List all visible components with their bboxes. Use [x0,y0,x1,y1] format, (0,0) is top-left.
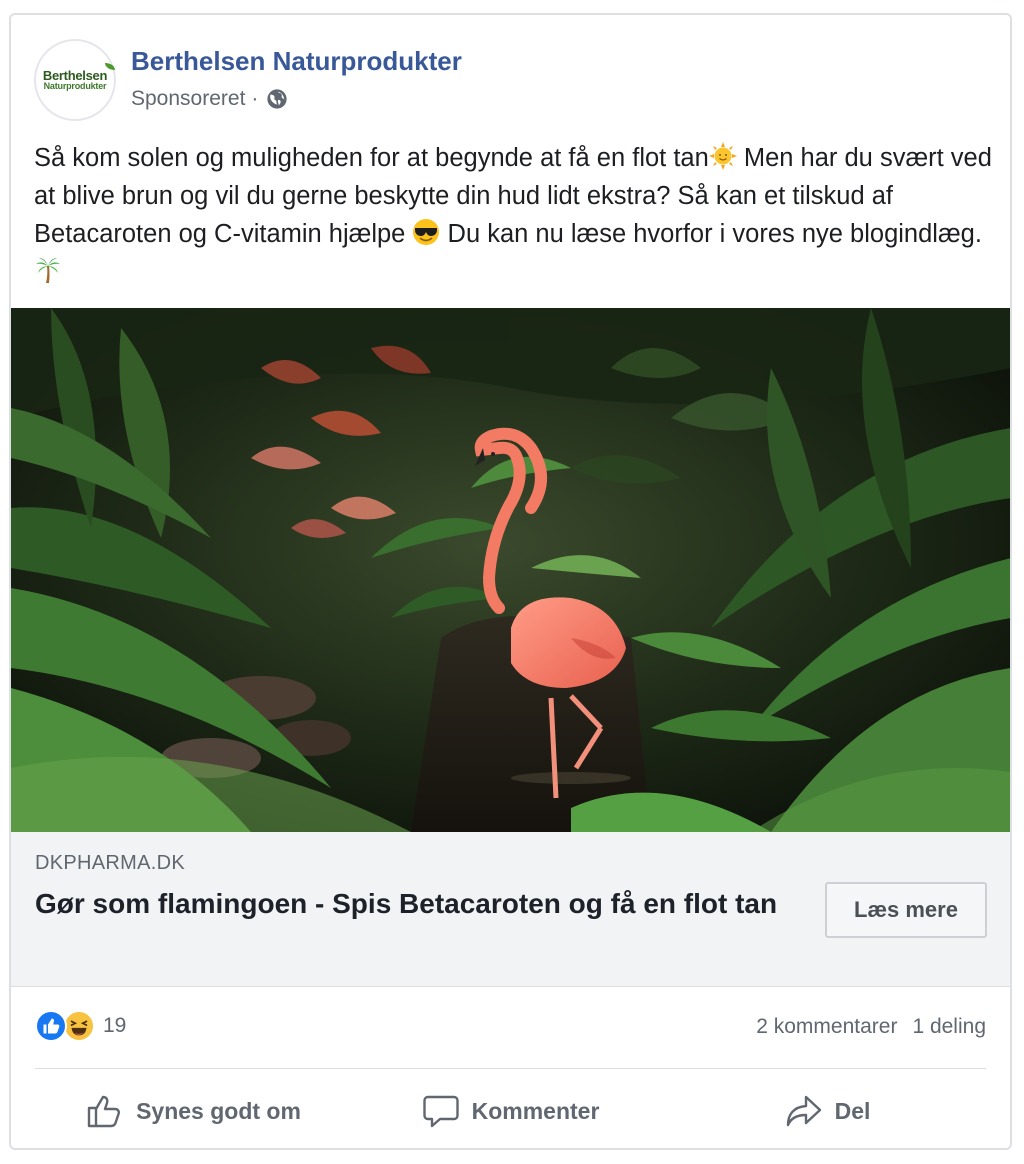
logo-text-bottom: Naturprodukter [43,81,107,91]
engagement-stats: 2 kommentarer 1 deling [756,1015,986,1039]
haha-icon [63,1010,95,1042]
shares-count-link[interactable]: 1 deling [912,1015,986,1039]
palm-tree-emoji [36,258,60,283]
post-message: Så kom solen og muligheden for at begynd… [34,139,994,291]
sponsored-post-card: Berthelsen Naturprodukter Berthelsen Nat… [9,13,1012,1150]
learn-more-button[interactable]: Læs mere [825,882,987,938]
share-button[interactable]: Del [669,1085,986,1137]
page-name-link[interactable]: Berthelsen Naturprodukter [131,46,462,77]
share-button-label: Del [834,1097,871,1124]
sun-with-face-emoji [708,142,737,170]
link-preview[interactable]: DKPHARMA.DK Gør som flamingoen - Spis Be… [11,832,1010,987]
page-logo: Berthelsen Naturprodukter [43,63,116,91]
post-actions: Synes godt om Kommenter Del [35,1085,986,1137]
like-icon [35,1010,67,1042]
reaction-count: 19 [103,1014,127,1037]
actions-divider [35,1068,986,1069]
post-meta: Sponsoreret · [131,87,288,111]
comment-bubble-icon [422,1095,459,1128]
comment-button[interactable]: Kommenter [352,1085,669,1137]
globe-icon[interactable] [266,88,288,110]
like-button[interactable]: Synes godt om [35,1085,352,1137]
link-domain: DKPHARMA.DK [35,852,185,874]
post-text-part-3: Du kan nu læse hvorfor i vores nye blogi… [440,220,982,248]
comment-button-label: Kommenter [471,1097,600,1124]
like-button-label: Synes godt om [136,1097,301,1124]
reactions-summary[interactable]: 19 [35,1010,126,1042]
share-arrow-icon [786,1095,821,1127]
comments-count-link[interactable]: 2 kommentarer [756,1015,897,1039]
flamingo-jungle-photo [11,308,1010,832]
page-avatar[interactable]: Berthelsen Naturprodukter [34,39,116,121]
post-image[interactable] [11,308,1010,832]
thumbs-up-icon [87,1095,121,1128]
meta-separator: · [251,87,259,110]
post-text-part-1: Så kom solen og muligheden for at begynd… [34,144,709,172]
sponsored-label[interactable]: Sponsoreret [131,87,245,111]
smiling-face-with-sunglasses-emoji [413,219,440,245]
link-headline[interactable]: Gør som flamingoen - Spis Betacaroten og… [35,884,795,924]
